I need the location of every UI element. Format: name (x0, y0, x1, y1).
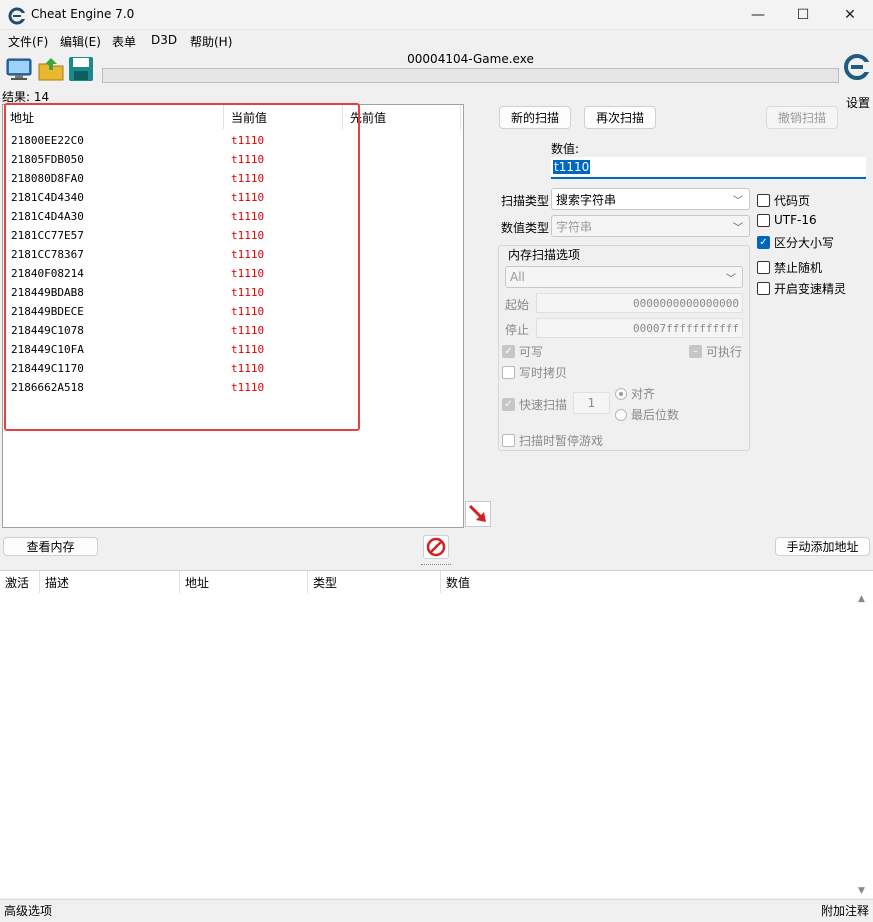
writable-checkbox[interactable]: ✓ 可写 (502, 343, 543, 360)
value-input-text: t1110 (553, 160, 591, 174)
menu-edit[interactable]: 编辑(E) (60, 33, 101, 50)
pause-game-label: 扫描时暂停游戏 (519, 434, 604, 448)
open-file-icon[interactable] (37, 55, 65, 83)
executable-checkbox[interactable]: – 可执行 (689, 343, 742, 360)
stop-label: 停止 (505, 323, 530, 337)
column-type[interactable]: 类型 (308, 571, 441, 593)
select-process-icon[interactable] (5, 55, 33, 83)
column-address[interactable]: 地址 (180, 571, 308, 593)
new-scan-button[interactable]: 新的扫描 (499, 106, 571, 129)
undo-scan-button[interactable]: 撤销扫描 (766, 106, 838, 129)
status-bar (0, 899, 873, 922)
pause-game-checkbox[interactable]: 扫描时暂停游戏 (502, 432, 603, 449)
column-previous-value[interactable]: 先前值 (343, 105, 461, 129)
chevron-down-icon: ﹀ (733, 195, 743, 207)
cheat-engine-logo-icon (8, 7, 26, 25)
add-address-manually-button[interactable]: 手动添加地址 (775, 537, 870, 556)
menu-file[interactable]: 文件(F) (8, 33, 48, 50)
checkbox-icon (757, 194, 770, 207)
cheat-table-address-list[interactable]: 激活 描述 地址 类型 数值 (0, 570, 873, 898)
checkmark-icon: ✓ (502, 398, 515, 411)
speedhack-label: 开启变速精灵 (774, 282, 847, 296)
fast-scan-value-field[interactable]: 1 (573, 392, 610, 414)
last-digits-radio[interactable]: 最后位数 (615, 406, 679, 423)
add-selected-to-list-button[interactable] (465, 501, 491, 527)
speedhack-checkbox[interactable]: 开启变速精灵 (757, 280, 846, 297)
align-label: 对齐 (631, 387, 656, 401)
no-random-label: 禁止随机 (774, 261, 823, 275)
value-input[interactable]: t1110 (551, 157, 866, 179)
start-address-field[interactable]: 0000000000000000 (536, 293, 743, 313)
checkbox-icon (502, 434, 515, 447)
menu-help[interactable]: 帮助(H) (190, 33, 232, 50)
highlight-annotation-box (4, 103, 360, 431)
radio-icon (615, 387, 627, 400)
fast-scan-checkbox[interactable]: ✓ 快速扫描 (502, 396, 567, 413)
checkbox-icon (757, 261, 770, 274)
codepage-checkbox[interactable]: 代码页 (757, 192, 810, 209)
settings-label[interactable]: 设置 (846, 94, 870, 111)
menu-table[interactable]: 表单 (112, 33, 136, 50)
value-type-select[interactable]: 字符串 ﹀ (551, 215, 750, 237)
advanced-options-link[interactable]: 高级选项 (4, 902, 52, 919)
maximize-button[interactable]: ☐ (780, 0, 826, 30)
minimize-button[interactable]: — (735, 0, 781, 30)
view-memory-button[interactable]: 查看内存 (3, 537, 98, 556)
checkbox-icon (757, 213, 770, 227)
scan-type-select[interactable]: 搜索字符串 ﹀ (551, 188, 750, 210)
column-description[interactable]: 描述 (40, 571, 180, 593)
vertical-scrollbar[interactable]: ▲ ▼ (855, 592, 871, 898)
checkbox-icon (757, 282, 770, 295)
value-type-label: 数值类型 (501, 221, 550, 235)
column-active[interactable]: 激活 (0, 571, 40, 593)
value-type-value: 字符串 (556, 219, 593, 234)
column-value[interactable]: 数值 (441, 571, 641, 593)
process-title: 00004104-Game.exe (407, 52, 534, 66)
memory-region-value: All (510, 270, 525, 284)
checkbox-icon (502, 366, 515, 379)
next-scan-button[interactable]: 再次扫描 (584, 106, 656, 129)
chevron-down-icon: ﹀ (726, 273, 736, 285)
checkmark-icon: ✓ (757, 236, 770, 249)
fast-scan-label: 快速扫描 (519, 398, 568, 412)
codepage-label: 代码页 (774, 194, 811, 208)
scan-progress-bar (102, 68, 839, 83)
checkmark-icon: ✓ (502, 345, 515, 358)
scroll-up-icon[interactable]: ▲ (858, 594, 865, 604)
panel-splitter[interactable] (0, 561, 873, 569)
last-digits-label: 最后位数 (631, 408, 680, 422)
no-random-checkbox[interactable]: 禁止随机 (757, 259, 822, 276)
utf16-label: UTF-16 (774, 213, 817, 227)
copy-on-write-checkbox[interactable]: 写时拷贝 (502, 364, 567, 381)
no-entry-icon (426, 537, 446, 557)
table-comments-link[interactable]: 附加注释 (821, 902, 869, 919)
scan-type-value: 搜索字符串 (556, 192, 617, 207)
clear-list-button[interactable] (423, 535, 449, 559)
writable-label: 可写 (519, 345, 544, 359)
scan-type-label: 扫描类型 (501, 194, 550, 208)
case-sensitive-checkbox[interactable]: ✓ 区分大小写 (757, 234, 834, 251)
window-title: Cheat Engine 7.0 (31, 7, 135, 21)
chevron-down-icon: ﹀ (733, 222, 743, 234)
close-button[interactable]: ✕ (827, 0, 873, 30)
indeterminate-icon: – (689, 345, 702, 358)
memory-scan-options-label: 内存扫描选项 (506, 246, 583, 263)
align-radio[interactable]: 对齐 (615, 385, 655, 402)
start-label: 起始 (505, 298, 530, 312)
case-sensitive-label: 区分大小写 (774, 236, 835, 250)
utf16-checkbox[interactable]: UTF-16 (757, 213, 817, 227)
save-file-icon[interactable] (67, 55, 95, 83)
value-label: 数值: (551, 142, 580, 156)
copy-on-write-label: 写时拷贝 (519, 366, 568, 380)
executable-label: 可执行 (706, 345, 743, 359)
menu-d3d[interactable]: D3D (151, 33, 177, 47)
radio-icon (615, 408, 627, 421)
stop-address-field[interactable]: 00007fffffffffff (536, 318, 743, 338)
settings-logo-icon[interactable] (843, 52, 871, 86)
scroll-down-icon[interactable]: ▼ (858, 886, 865, 896)
memory-region-select[interactable]: All ﹀ (505, 266, 743, 288)
red-arrow-icon (468, 504, 486, 522)
